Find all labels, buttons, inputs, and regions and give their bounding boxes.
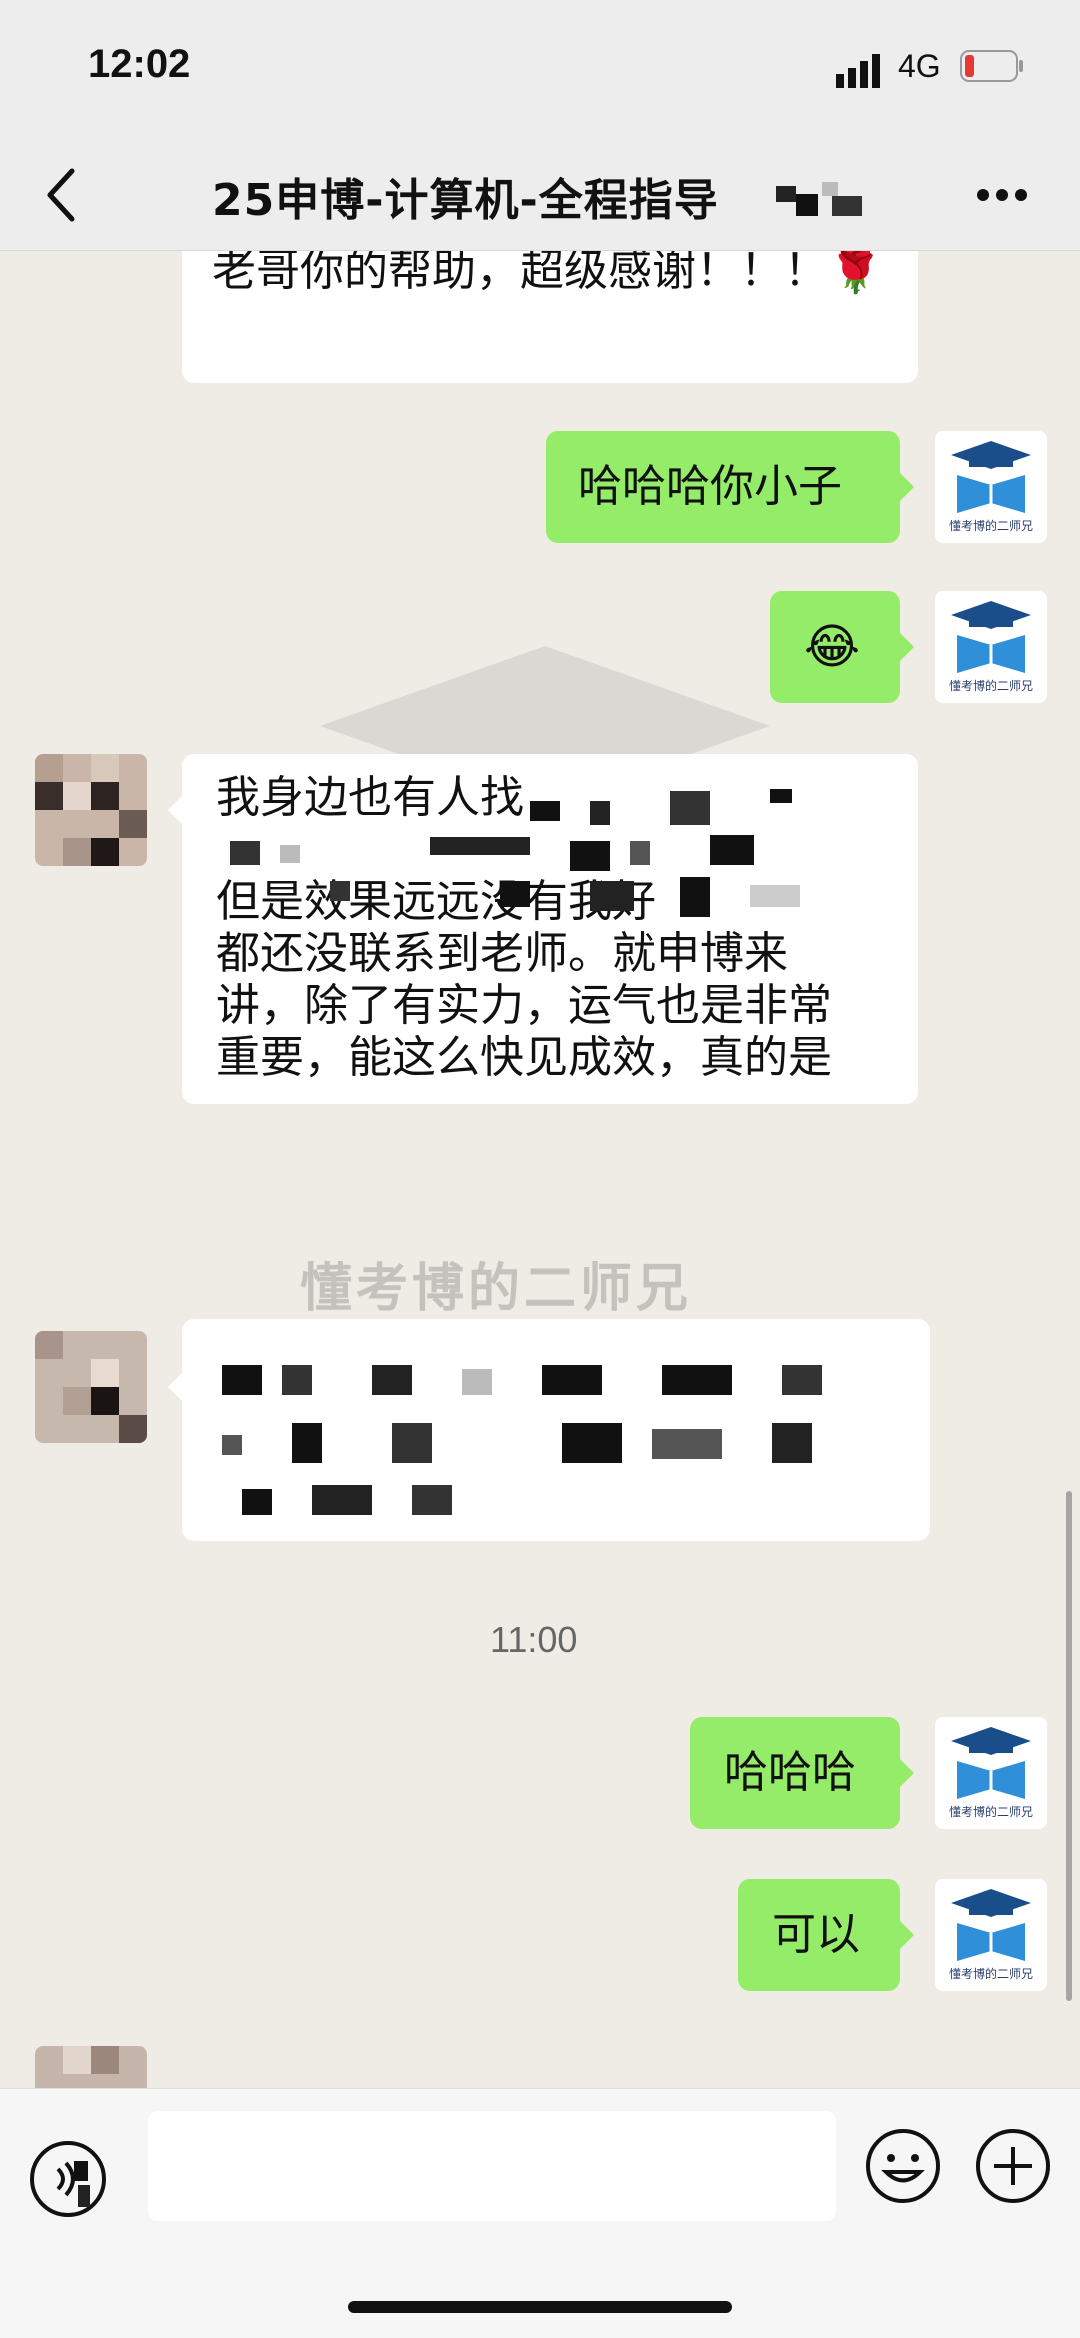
message-line: 都还没联系到老师。就申博来 bbox=[216, 928, 788, 979]
mosaic-redaction bbox=[230, 789, 800, 917]
avatar-self[interactable]: 懂考博的二师兄 bbox=[935, 591, 1047, 703]
message-bubble-sent[interactable]: 😂 bbox=[770, 591, 900, 703]
chat-title: 25申博-计算机-全程指导 bbox=[212, 175, 719, 226]
avatar-other-pixelated[interactable] bbox=[35, 2046, 147, 2088]
scrollbar[interactable] bbox=[1066, 1491, 1072, 2001]
time-divider: 11:00 bbox=[490, 1619, 578, 1660]
graduation-book-icon bbox=[951, 441, 1031, 513]
avatar-caption: 懂考博的二师兄 bbox=[948, 1967, 1033, 1981]
avatar-caption: 懂考博的二师兄 bbox=[948, 519, 1033, 533]
message-text: 😂 bbox=[804, 619, 861, 675]
signal-icon bbox=[836, 54, 880, 88]
avatar-other-pixelated[interactable] bbox=[35, 754, 147, 866]
status-bar: 12:02 4G bbox=[0, 0, 1080, 140]
battery-icon bbox=[960, 50, 1023, 82]
message-bubble-received-redacted[interactable] bbox=[182, 1319, 930, 1541]
back-icon[interactable] bbox=[42, 165, 82, 225]
message-bubble-sent[interactable]: 可以 bbox=[738, 1879, 900, 1991]
mosaic-redaction bbox=[776, 182, 862, 216]
status-time: 12:02 bbox=[88, 42, 191, 86]
avatar-caption: 懂考博的二师兄 bbox=[948, 679, 1033, 693]
chat-area[interactable]: 懂考博的二师兄 老哥你的帮助，超级感谢！！！🌹 哈哈哈你小子 懂考博的二师兄 😂… bbox=[0, 251, 1080, 2088]
home-indicator[interactable] bbox=[348, 2301, 732, 2313]
message-input[interactable] bbox=[148, 2111, 836, 2221]
voice-icon[interactable] bbox=[28, 2139, 108, 2219]
network-label: 4G bbox=[898, 48, 941, 84]
message-bubble-received[interactable]: 老哥你的帮助，超级感谢！！！🌹 bbox=[182, 251, 918, 383]
message-text: 哈哈哈你小子 bbox=[578, 461, 842, 512]
plus-icon[interactable] bbox=[974, 2127, 1052, 2205]
message-line: 重要，能这么快见成效，真的是 bbox=[216, 1032, 832, 1083]
watermark-text: 懂考博的二师兄 bbox=[300, 1259, 693, 1319]
graduation-book-icon bbox=[951, 1889, 1031, 1961]
more-icon[interactable] bbox=[976, 188, 1028, 202]
message-text: 老哥你的帮助，超级感谢！！！🌹 bbox=[212, 251, 883, 296]
message-line: 讲，除了有实力，运气也是非常 bbox=[216, 980, 832, 1031]
graduation-book-icon bbox=[951, 601, 1031, 673]
message-bubble-sent[interactable]: 哈哈哈 bbox=[690, 1717, 900, 1829]
avatar-self[interactable]: 懂考博的二师兄 bbox=[935, 1879, 1047, 1991]
avatar-self[interactable]: 懂考博的二师兄 bbox=[935, 431, 1047, 543]
message-bubble-sent[interactable]: 哈哈哈你小子 bbox=[546, 431, 900, 543]
avatar-self[interactable]: 懂考博的二师兄 bbox=[935, 1717, 1047, 1829]
chat-header: 25申博-计算机-全程指导 bbox=[0, 140, 1080, 251]
input-bar bbox=[0, 2088, 1080, 2338]
mosaic-redaction bbox=[222, 1365, 822, 1515]
emoji-icon[interactable] bbox=[864, 2127, 942, 2205]
avatar-caption: 懂考博的二师兄 bbox=[948, 1805, 1033, 1819]
message-text: 哈哈哈 bbox=[724, 1747, 856, 1798]
avatar-other-pixelated[interactable] bbox=[35, 1331, 147, 1443]
graduation-book-icon bbox=[951, 1727, 1031, 1799]
message-text: 可以 bbox=[772, 1909, 860, 1960]
